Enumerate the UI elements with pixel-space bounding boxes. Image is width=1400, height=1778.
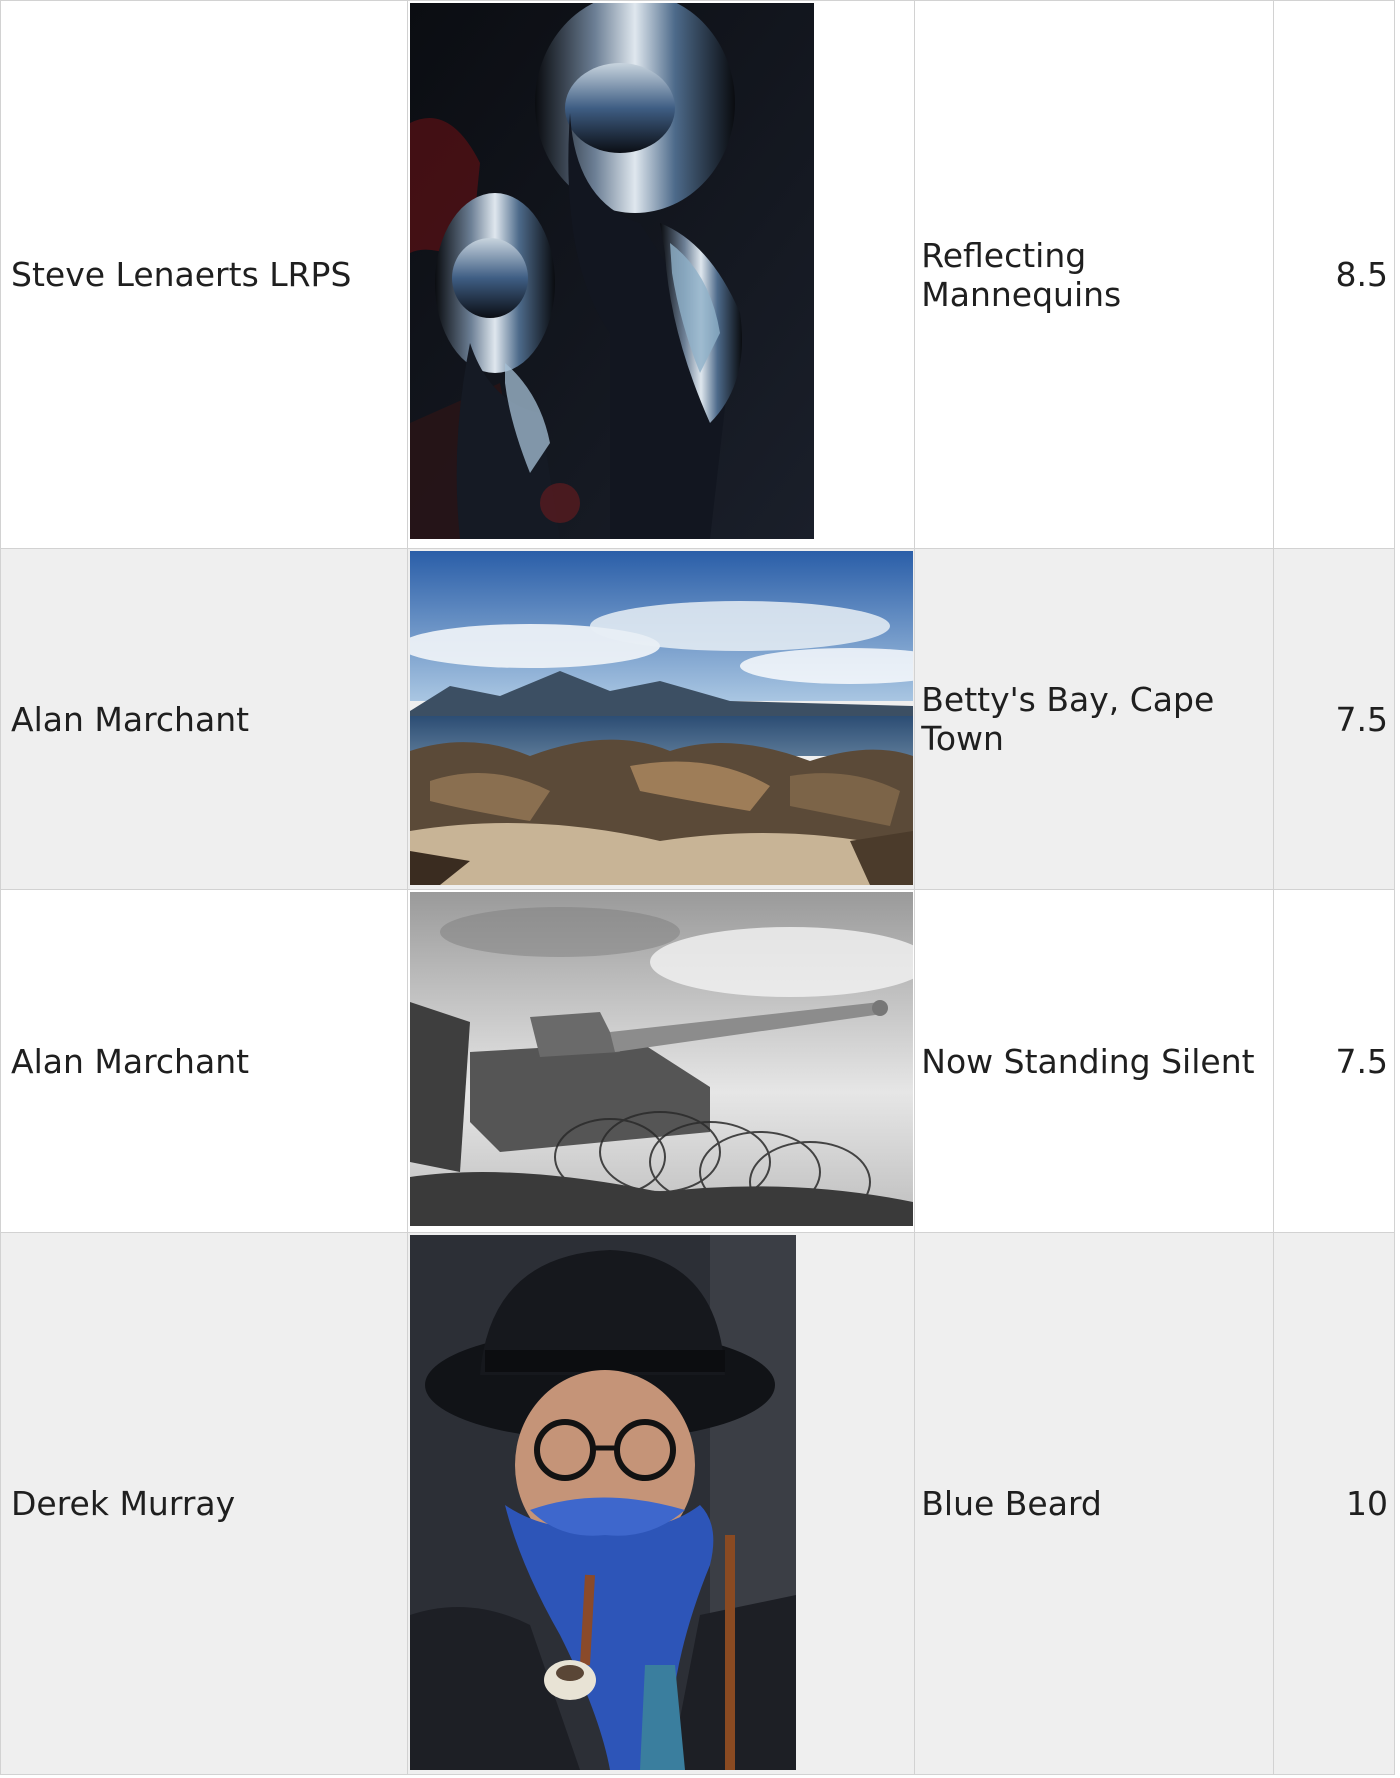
results-table: Steve Lenaerts LRPS Reflecting Mannequin…: [0, 0, 1396, 1775]
entry-title: Blue Beard: [914, 1232, 1274, 1775]
entry-score: 7.5: [1272, 548, 1396, 890]
author-name: Derek Murray: [0, 1232, 409, 1775]
table-row: Derek Murray Blue Beard 10: [0, 1232, 1396, 1775]
table-row: Alan Marchant: [0, 889, 1396, 1233]
entry-image-cell: [407, 548, 916, 890]
entry-title: Betty's Bay, Cape Town: [914, 548, 1274, 890]
author-name: Alan Marchant: [0, 548, 409, 890]
coastline-photo[interactable]: [410, 551, 914, 885]
table-row: Steve Lenaerts LRPS Reflecting Mannequin…: [0, 0, 1396, 549]
author-name: Alan Marchant: [0, 889, 409, 1233]
mannequins-photo[interactable]: [410, 3, 815, 539]
entry-image-cell: [407, 1232, 916, 1775]
portrait-photo[interactable]: [410, 1235, 797, 1770]
table-row: Alan Marchant: [0, 548, 1396, 890]
author-name: Steve Lenaerts LRPS: [0, 0, 409, 549]
entry-title: Reflecting Mannequins: [914, 0, 1274, 549]
entry-image-cell: [407, 889, 916, 1233]
entry-score: 7.5: [1272, 889, 1396, 1233]
entry-image-cell: [407, 0, 916, 549]
tank-photo[interactable]: [410, 892, 914, 1226]
entry-score: 10: [1272, 1232, 1396, 1775]
entry-score: 8.5: [1272, 0, 1396, 549]
entry-title: Now Standing Silent: [914, 889, 1274, 1233]
